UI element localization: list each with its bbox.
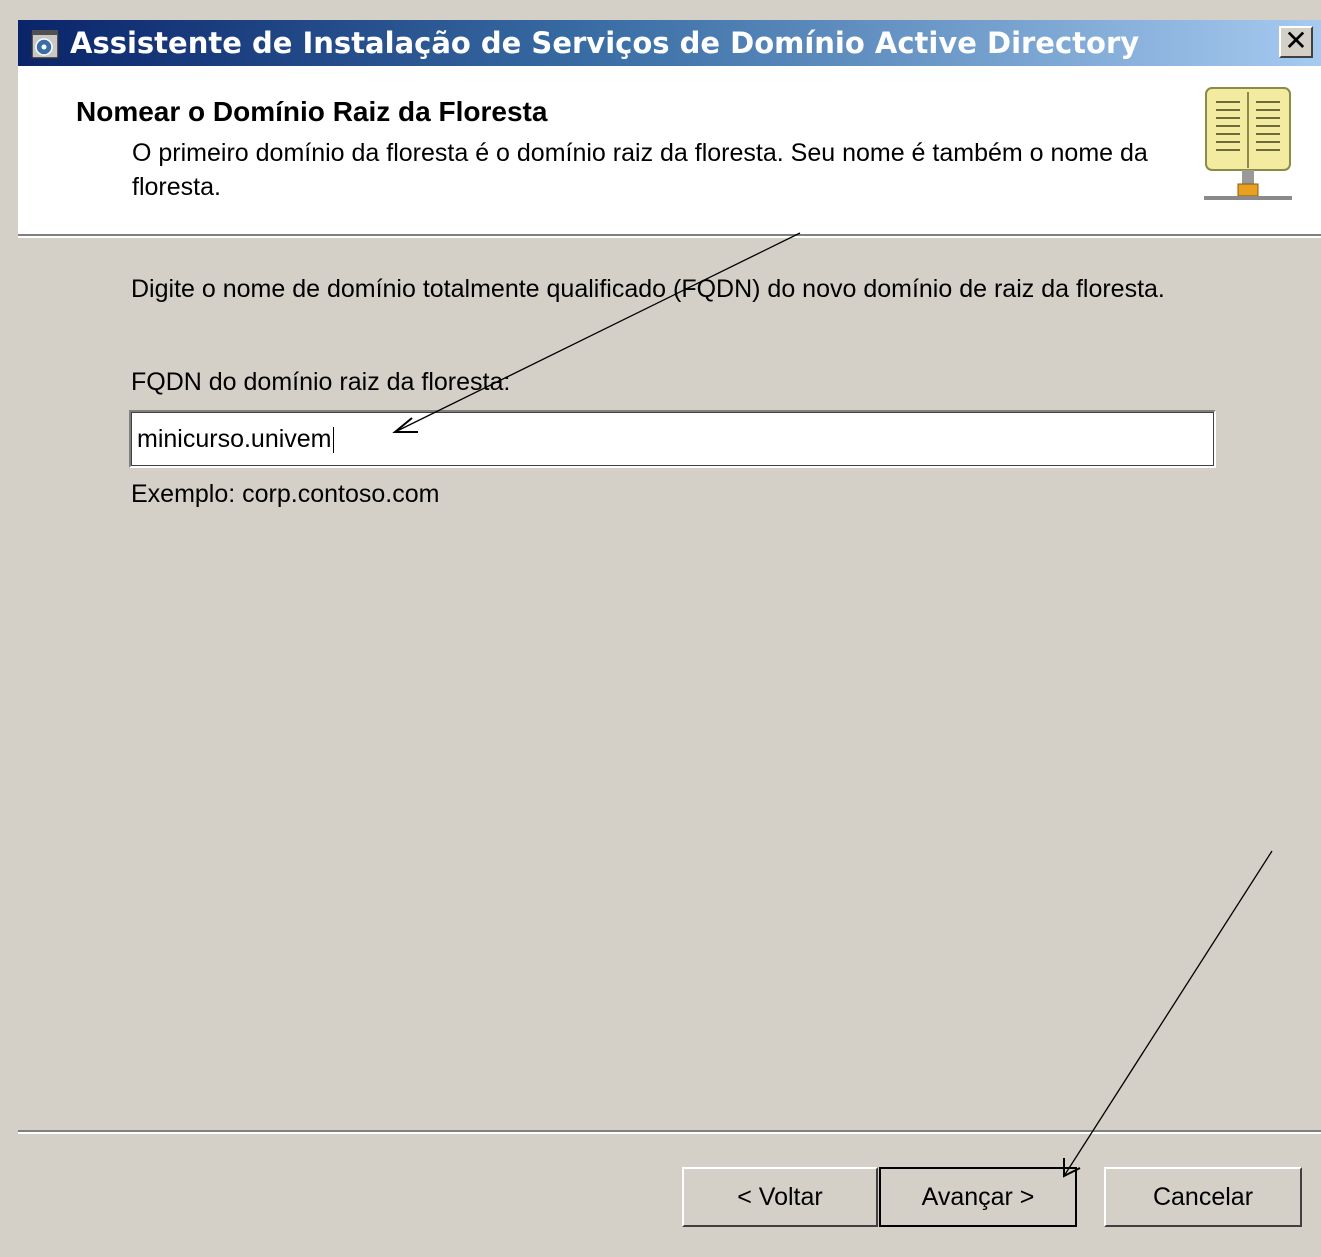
text-cursor — [332, 427, 334, 454]
example-text: Exemplo: corp.contoso.com — [131, 480, 440, 508]
desktop-edge — [0, 0, 18, 1257]
window-frame-top — [18, 12, 1321, 20]
page-title: Nomear o Domínio Raiz da Floresta — [76, 96, 548, 127]
back-button[interactable]: < Voltar — [682, 1167, 878, 1227]
header-separator — [18, 234, 1321, 238]
instruction-text: Digite o nome de domínio totalmente qual… — [131, 275, 1165, 303]
wizard-header: Nomear o Domínio Raiz da Floresta O prim… — [18, 66, 1321, 234]
wizard-window: Assistente de Instalação de Serviços de … — [0, 0, 1321, 1257]
fqdn-input-value: minicurso.univem — [137, 425, 332, 453]
fqdn-label: FQDN do domínio raiz da floresta: — [131, 368, 511, 396]
title-bar[interactable]: Assistente de Instalação de Serviços de … — [18, 20, 1321, 66]
next-button[interactable]: Avançar > — [879, 1167, 1077, 1227]
footer-separator — [18, 1130, 1321, 1134]
close-button[interactable]: ✕ — [1279, 26, 1313, 58]
fqdn-input[interactable]: minicurso.univem — [129, 410, 1216, 468]
annotation-arrow-field — [392, 232, 801, 433]
setup-app-icon — [31, 30, 59, 59]
cancel-button[interactable]: Cancelar — [1104, 1167, 1302, 1227]
close-icon: ✕ — [1284, 24, 1308, 57]
page-subtitle: O primeiro domínio da floresta é o domín… — [132, 139, 1148, 201]
annotation-arrow-next — [1063, 850, 1273, 1178]
directory-book-icon — [1204, 87, 1292, 200]
window-title: Assistente de Instalação de Serviços de … — [70, 26, 1140, 60]
